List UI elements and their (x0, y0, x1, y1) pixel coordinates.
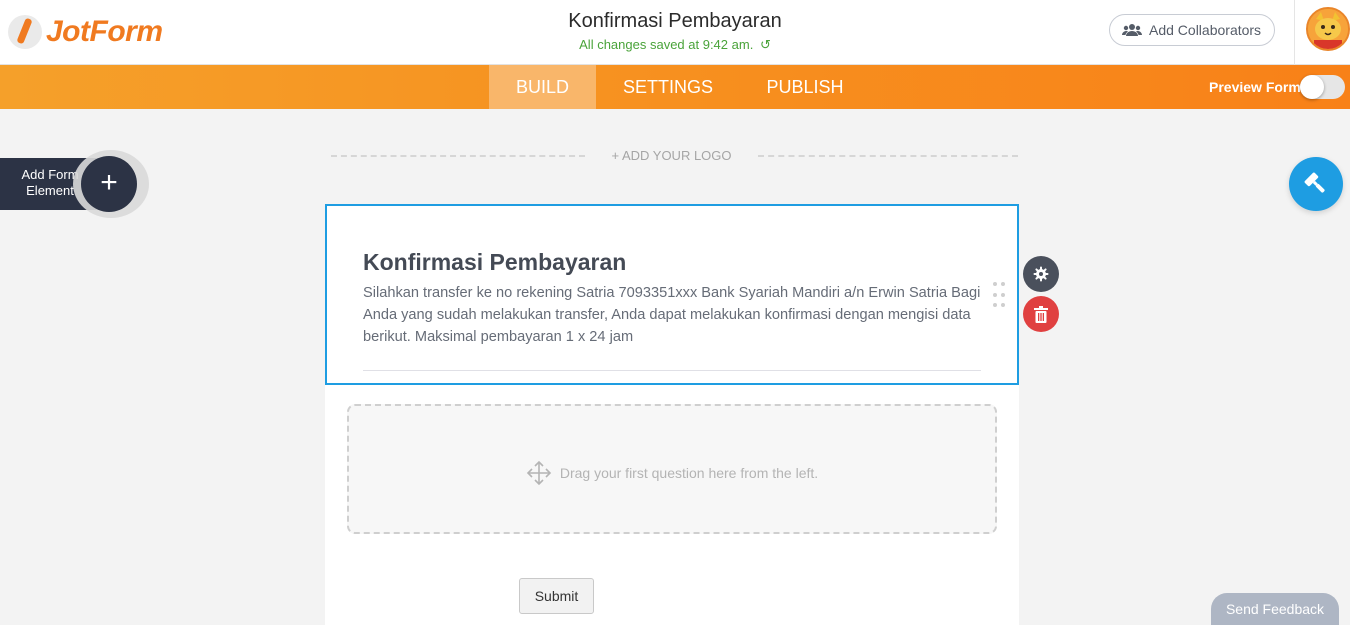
logo-text: JotForm (46, 15, 163, 48)
send-feedback-button[interactable]: Send Feedback (1211, 593, 1339, 625)
add-collaborators-label: Add Collaborators (1149, 22, 1262, 38)
header-divider-line (363, 370, 981, 371)
add-your-logo-link[interactable]: + ADD YOUR LOGO (585, 148, 758, 163)
question-drop-zone[interactable]: Drag your first question here from the l… (347, 404, 997, 534)
logo-dashed-line-left (331, 155, 585, 157)
drop-zone-hint: Drag your first question here from the l… (349, 460, 995, 486)
gear-icon[interactable] (1023, 256, 1059, 292)
preview-form-toggle[interactable] (1300, 75, 1345, 99)
form-description[interactable]: Silahkan transfer ke no rekening Satria … (363, 282, 983, 348)
tab-publish[interactable]: PUBLISH (752, 65, 858, 109)
refresh-icon[interactable]: ↺ (760, 37, 771, 52)
add-collaborators-button[interactable]: Add Collaborators (1109, 14, 1275, 46)
submit-button[interactable]: Submit (519, 578, 594, 614)
move-icon (526, 460, 551, 486)
drop-zone-text: Drag your first question here from the l… (559, 465, 819, 481)
builder-navbar: BUILD SETTINGS PUBLISH Preview Form (0, 65, 1350, 109)
jotform-logo[interactable]: JotForm (8, 12, 163, 52)
add-form-element-button[interactable]: Add Form Element + (0, 150, 149, 218)
toggle-knob (1300, 75, 1324, 99)
trash-icon[interactable] (1023, 296, 1059, 332)
form-designer-button[interactable] (1289, 157, 1343, 211)
plus-icon[interactable]: + (81, 156, 137, 212)
avatar-icon[interactable] (1306, 7, 1350, 51)
collaborators-icon (1122, 24, 1142, 36)
logo-dashed-line-right (758, 155, 1018, 157)
tab-build[interactable]: BUILD (489, 65, 596, 109)
logo-icon (8, 15, 42, 49)
form-heading[interactable]: Konfirmasi Pembayaran (363, 249, 626, 276)
top-header: JotForm Konfirmasi Pembayaran All change… (0, 0, 1350, 65)
paint-roller-icon (1304, 172, 1325, 193)
form-header-block[interactable]: Konfirmasi Pembayaran Silahkan transfer … (325, 204, 1019, 385)
header-divider (1294, 0, 1295, 65)
save-status-text: All changes saved at 9:42 am. (579, 37, 754, 52)
drag-handle-icon[interactable] (993, 282, 1005, 310)
tab-settings[interactable]: SETTINGS (610, 65, 726, 109)
preview-form-label: Preview Form (1209, 79, 1301, 95)
